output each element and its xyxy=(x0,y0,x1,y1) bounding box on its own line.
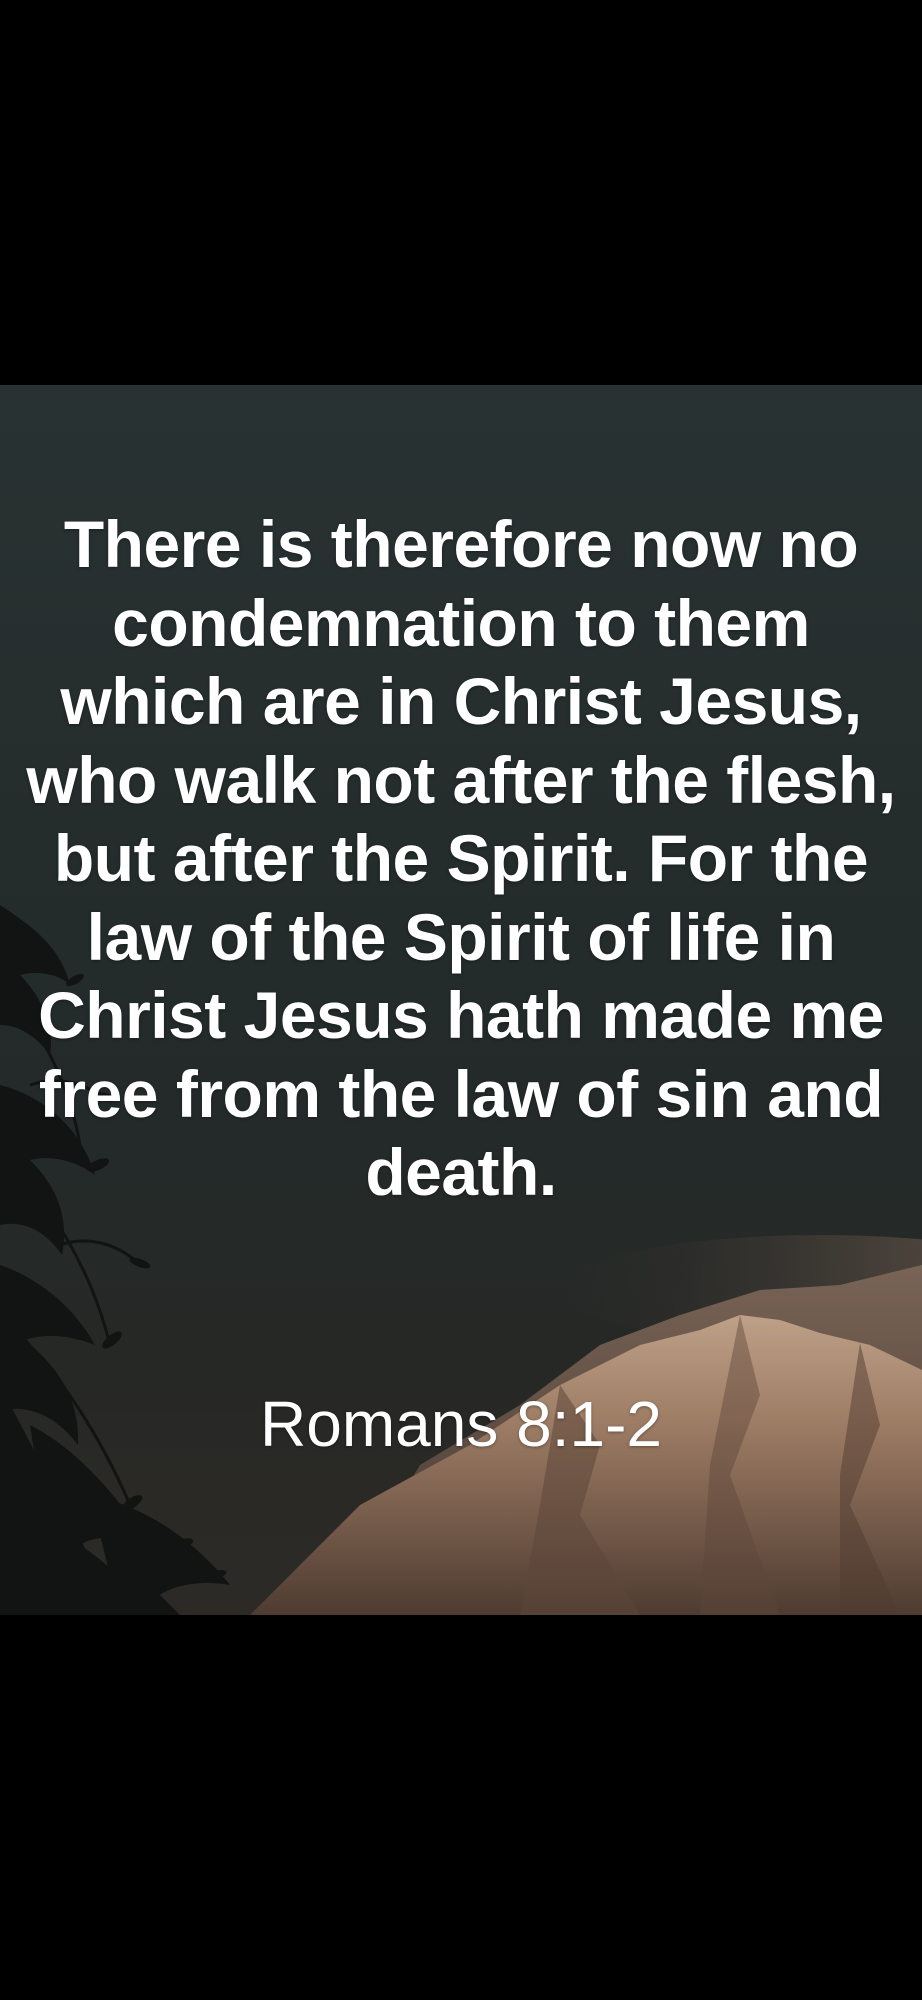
verse-reference: Romans 8:1-2 xyxy=(260,1388,662,1460)
letterbox-bottom xyxy=(0,1615,922,2000)
background-photo: There is therefore now no condemnation t… xyxy=(0,385,922,1615)
verse-text: There is therefore now no condemnation t… xyxy=(26,507,896,1209)
letterbox-top xyxy=(0,0,922,385)
